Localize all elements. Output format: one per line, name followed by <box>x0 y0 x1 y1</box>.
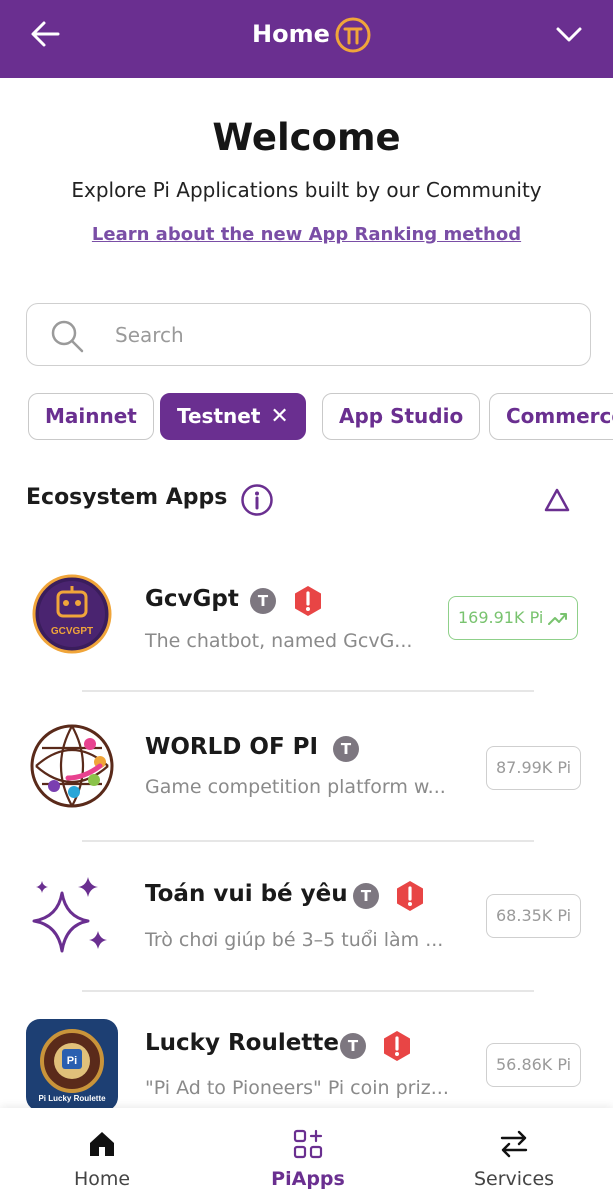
testnet-badge: T <box>353 883 379 909</box>
nav-piapps[interactable]: PiApps <box>228 1108 388 1200</box>
app-description: Game competition platform w... <box>145 776 446 798</box>
pi-stake-badge: 87.99K Pi <box>486 746 582 790</box>
trending-up-icon <box>548 612 568 625</box>
bottom-navigation: Home PiApps Services <box>0 1108 613 1200</box>
back-arrow-icon[interactable] <box>28 18 64 50</box>
info-icon[interactable] <box>240 483 274 517</box>
nav-services[interactable]: Services <box>434 1108 594 1200</box>
pi-stake-badge: 68.35K Pi <box>486 894 582 938</box>
chip-label: Commerce <box>506 404 613 428</box>
app-list-item[interactable]: WORLD OF PI T Game competition platform … <box>0 694 613 842</box>
section-title: Ecosystem Apps <box>26 485 228 510</box>
welcome-title: Welcome <box>212 116 401 159</box>
warning-icon <box>384 1031 410 1061</box>
nav-label: Home <box>73 1168 131 1190</box>
app-list-item[interactable]: GCVGPT GcvGpt T The chatbot, named GcvG.… <box>0 548 613 696</box>
chip-label: Testnet <box>177 404 261 428</box>
stake-value: 56.86K Pi <box>496 1055 572 1074</box>
search-icon <box>51 320 84 353</box>
swap-arrows-icon <box>500 1130 528 1158</box>
filter-chip-testnet[interactable]: Testnet ✕ <box>160 393 306 440</box>
testnet-badge: T <box>333 736 359 762</box>
app-ranking-link[interactable]: Learn about the new App Ranking method <box>0 224 613 245</box>
filter-chip-mainnet[interactable]: Mainnet <box>28 393 154 440</box>
stake-value: 68.35K Pi <box>496 906 572 925</box>
pi-stake-badge: 169.91K Pi <box>448 596 579 640</box>
gcvgpt-logo: GCVGPT <box>32 574 112 654</box>
sort-triangle-icon[interactable] <box>543 487 571 513</box>
filter-chip-commerce[interactable]: Commerce <box>489 393 613 440</box>
stake-value: 169.91K Pi <box>458 608 544 627</box>
filter-chip-app-studio[interactable]: App Studio <box>322 393 481 440</box>
sparkles-logo <box>32 877 107 953</box>
top-bar: Home <box>0 0 613 78</box>
app-name: WORLD OF PI <box>145 734 319 760</box>
welcome-subtitle: Explore Pi Applications built by our Com… <box>71 178 542 202</box>
world-of-pi-logo <box>30 724 114 808</box>
lucky-roulette-logo: Pi Pi Lucky Roulette <box>26 1019 118 1108</box>
logo-text: Pi <box>67 1055 77 1067</box>
chevron-down-icon[interactable] <box>554 20 584 48</box>
nav-home[interactable]: Home <box>22 1108 182 1200</box>
chip-label: Mainnet <box>45 404 137 428</box>
divider <box>82 690 534 692</box>
nav-label: Services <box>473 1168 555 1190</box>
page-title: Home <box>252 20 330 48</box>
app-list-item[interactable]: Toán vui bé yêu T Trò chơi giúp bé 3–5 t… <box>0 843 613 991</box>
app-list-item[interactable]: Pi Pi Lucky Roulette Lucky Roulette T "P… <box>0 993 613 1108</box>
logo-text: GCVGPT <box>51 626 93 637</box>
app-name: Lucky Roulette <box>145 1030 339 1056</box>
app-description: Trò chơi giúp bé 3–5 tuổi làm ... <box>145 929 444 951</box>
app-name: GcvGpt <box>145 586 239 612</box>
search-box[interactable] <box>26 303 591 366</box>
warning-icon <box>295 586 321 616</box>
divider <box>82 990 534 992</box>
stake-value: 87.99K Pi <box>496 758 572 777</box>
divider <box>82 840 534 842</box>
warning-icon <box>397 881 423 911</box>
home-icon <box>90 1132 114 1156</box>
close-icon[interactable]: ✕ <box>270 394 288 439</box>
chip-label: App Studio <box>339 404 464 428</box>
pi-coin-icon <box>335 17 371 53</box>
nav-label: PiApps <box>271 1168 345 1190</box>
app-description: "Pi Ad to Pioneers" Pi coin priz... <box>145 1077 449 1099</box>
app-name: Toán vui bé yêu <box>145 881 348 907</box>
pi-stake-badge: 56.86K Pi <box>486 1043 582 1087</box>
testnet-badge: T <box>250 588 276 614</box>
apps-grid-icon <box>293 1129 323 1159</box>
logo-text: Pi Lucky Roulette <box>38 1094 106 1103</box>
app-description: The chatbot, named GcvG... <box>145 630 413 652</box>
search-input[interactable] <box>115 316 555 354</box>
testnet-badge: T <box>340 1033 366 1059</box>
